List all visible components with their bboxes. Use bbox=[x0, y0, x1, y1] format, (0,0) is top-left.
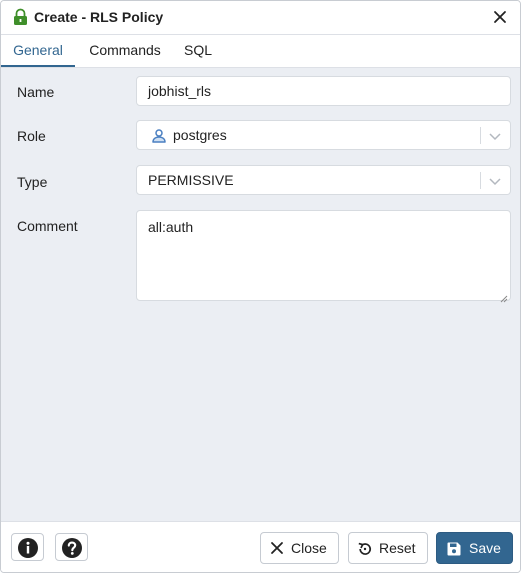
name-value: jobhist_rls bbox=[148, 83, 212, 99]
select-separator bbox=[480, 127, 481, 144]
reset-icon bbox=[358, 542, 372, 555]
chevron-down-icon[interactable] bbox=[488, 174, 502, 188]
tab-bar: General Commands SQL bbox=[1, 35, 520, 68]
name-label: Name bbox=[17, 84, 55, 100]
comment-value: all:auth bbox=[148, 219, 194, 235]
close-icon bbox=[271, 542, 283, 554]
create-rls-policy-dialog: Create - RLS Policy General Commands SQL… bbox=[0, 0, 521, 573]
save-button[interactable]: Save bbox=[436, 532, 513, 564]
tab-general[interactable]: General bbox=[1, 35, 75, 67]
comment-label: Comment bbox=[17, 218, 78, 234]
close-icon[interactable] bbox=[492, 9, 508, 25]
save-icon bbox=[447, 542, 461, 556]
tab-commands[interactable]: Commands bbox=[79, 35, 171, 67]
user-icon bbox=[151, 128, 167, 144]
comment-textarea[interactable]: all:auth bbox=[136, 210, 511, 303]
save-button-label: Save bbox=[469, 540, 501, 556]
dialog-titlebar[interactable]: Create - RLS Policy bbox=[1, 1, 520, 35]
type-select[interactable]: PERMISSIVE bbox=[136, 165, 511, 195]
reset-button[interactable]: Reset bbox=[348, 532, 428, 564]
resize-grip-icon[interactable] bbox=[500, 290, 508, 303]
role-value: postgres bbox=[173, 127, 227, 143]
close-button-label: Close bbox=[291, 540, 327, 556]
role-label: Role bbox=[17, 128, 46, 144]
chevron-down-icon[interactable] bbox=[488, 129, 502, 143]
lock-icon bbox=[12, 8, 29, 26]
dialog-footer: Close Reset Save bbox=[1, 521, 520, 572]
reset-button-label: Reset bbox=[379, 540, 416, 556]
tab-sql[interactable]: SQL bbox=[177, 35, 219, 67]
select-separator bbox=[480, 172, 481, 189]
name-input[interactable]: jobhist_rls bbox=[136, 76, 511, 106]
form-body: Name jobhist_rls Role postgres Type PERM… bbox=[1, 68, 520, 521]
type-value: PERMISSIVE bbox=[148, 172, 234, 188]
info-button[interactable] bbox=[11, 533, 44, 561]
help-button[interactable] bbox=[55, 533, 88, 561]
close-button[interactable]: Close bbox=[260, 532, 339, 564]
role-select[interactable]: postgres bbox=[136, 120, 511, 150]
type-label: Type bbox=[17, 174, 48, 190]
dialog-title: Create - RLS Policy bbox=[34, 9, 164, 25]
